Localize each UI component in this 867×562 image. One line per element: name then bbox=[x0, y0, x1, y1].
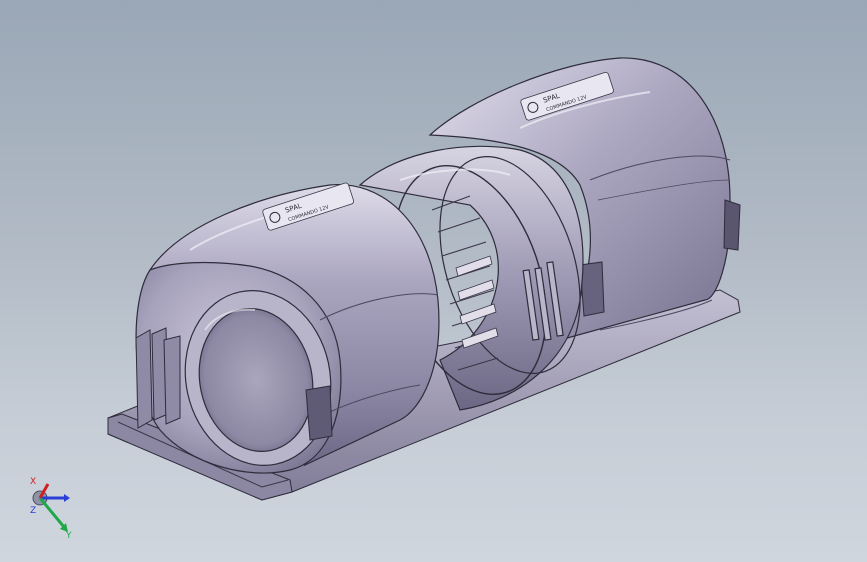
blower-motor-3d-model[interactable]: SPAL COMMANDO 12V SPAL COMMANDO 12V bbox=[0, 0, 867, 562]
orientation-triad: X Z Y bbox=[30, 477, 72, 541]
x-axis-label: X bbox=[30, 477, 36, 487]
graphics-viewport[interactable]: SPAL COMMANDO 12V SPAL COMMANDO 12V X Z … bbox=[0, 0, 867, 562]
z-axis-label: Z bbox=[30, 506, 36, 516]
y-axis-arrow bbox=[38, 497, 66, 528]
y-axis-label: Y bbox=[65, 531, 72, 541]
